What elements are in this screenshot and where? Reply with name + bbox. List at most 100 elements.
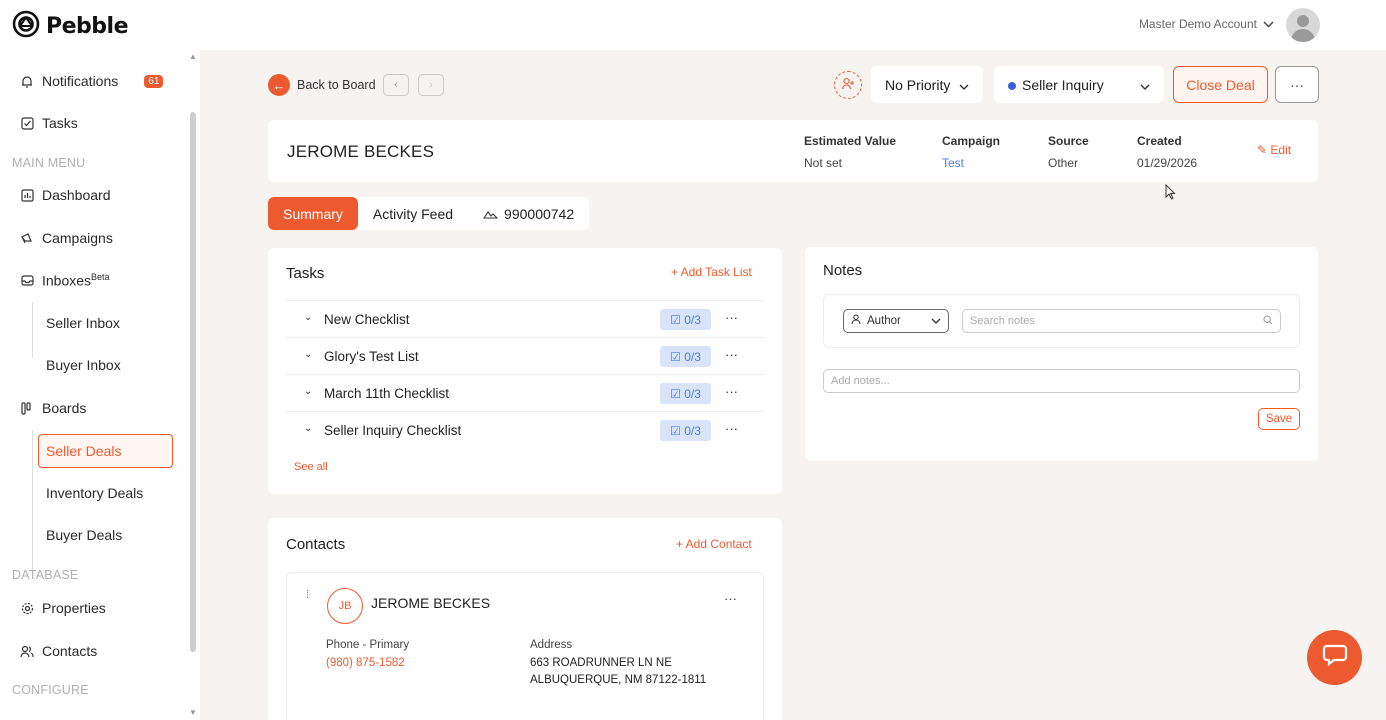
notes-filter-bar: Author Search notes (823, 294, 1300, 348)
sidebar-item-inboxes[interactable]: InboxesBeta (20, 272, 110, 289)
campaign-link[interactable]: Test (942, 156, 1000, 170)
bell-icon (20, 74, 34, 88)
estimated-value-field: Estimated Value Not set (804, 134, 896, 170)
sidebar-item-label: InboxesBeta (42, 272, 110, 289)
sidebar-item-notifications[interactable]: Notifications 61 (20, 73, 164, 89)
section-configure: CONFIGURE (12, 683, 89, 697)
stage-dropdown[interactable]: Seller Inquiry (994, 66, 1164, 103)
assign-user-button[interactable] (834, 71, 862, 99)
sidebar-item-seller-inbox[interactable]: Seller Inbox (46, 315, 120, 331)
chevron-left-icon: ‹ (394, 79, 398, 91)
checkbox-icon: ☑ (670, 349, 685, 364)
phone-link[interactable]: (980) 875-1582 (326, 655, 405, 672)
task-list-more-button[interactable]: ··· (725, 384, 738, 399)
task-list-row[interactable]: ⌄ Seller Inquiry Checklist ☑ 0/3 ··· (286, 411, 764, 448)
sidebar-item-seller-deals[interactable]: Seller Deals (46, 443, 121, 459)
author-filter-dropdown[interactable]: Author (843, 309, 949, 333)
sidebar-item-inventory-deals[interactable]: Inventory Deals (46, 485, 143, 501)
user-icon (851, 314, 861, 328)
edit-deal-button[interactable]: ✎ Edit (1257, 143, 1291, 157)
arrow-left-icon: ← (268, 74, 290, 96)
more-options-button[interactable]: ··· (1275, 66, 1319, 103)
save-note-button[interactable]: Save (1258, 408, 1300, 430)
chevron-down-icon[interactable]: ⌄ (304, 386, 312, 397)
field-label: Estimated Value (804, 134, 897, 148)
task-list-more-button[interactable]: ··· (725, 421, 738, 436)
add-contact-button[interactable]: + Add Contact (676, 537, 752, 551)
see-all-link[interactable]: See all (294, 461, 328, 473)
contacts-title: Contacts (286, 536, 346, 553)
next-deal-button[interactable]: › (418, 74, 444, 96)
created-field: Created 01/29/2026 (1137, 134, 1197, 170)
close-deal-button[interactable]: Close Deal (1173, 66, 1268, 103)
sidebar-item-boards[interactable]: Boards (20, 400, 86, 416)
drag-handle-icon[interactable]: ⁞ (306, 589, 309, 601)
source-field: Source Other (1048, 134, 1089, 170)
add-notes-input[interactable]: Add notes... (823, 369, 1300, 393)
sidebar-item-campaigns[interactable]: Campaigns (20, 230, 113, 246)
tab-phone[interactable]: 990000742 (468, 197, 589, 230)
task-progress-badge: ☑ 0/3 (660, 346, 711, 367)
sidebar-item-buyer-inbox[interactable]: Buyer Inbox (46, 357, 121, 373)
sidebar-item-label: Contacts (42, 643, 98, 659)
task-list-more-button[interactable]: ··· (725, 347, 738, 362)
field-value: Not set (804, 156, 843, 170)
priority-value: No Priority (885, 76, 951, 93)
sidebar-item-contacts[interactable]: Contacts (20, 643, 97, 659)
chevron-down-icon (1140, 77, 1150, 93)
sidebar-item-label: Notifications (42, 73, 119, 89)
contact-more-button[interactable]: ··· (724, 591, 737, 606)
chevron-down-icon (959, 77, 969, 93)
contact-name[interactable]: JEROME BECKES (371, 595, 490, 611)
help-chat-button[interactable] (1307, 630, 1362, 685)
chevron-down-icon (931, 315, 941, 327)
deal-header-card: JEROME BECKES Estimated Value Not set Ca… (268, 120, 1318, 182)
chart-icon (20, 188, 34, 202)
section-database: DATABASE (12, 568, 79, 582)
chevron-down-icon[interactable]: ⌄ (304, 349, 312, 360)
pebble-logo-icon (12, 10, 40, 43)
scroll-up-arrow[interactable]: ▲ (189, 52, 197, 61)
field-label: Campaign (942, 134, 1001, 148)
task-progress-badge: ☑ 0/3 (660, 420, 711, 441)
task-list-row[interactable]: ⌄ March 11th Checklist ☑ 0/3 ··· (286, 374, 764, 411)
sidebar-item-label: Campaigns (42, 230, 113, 246)
scroll-down-arrow[interactable]: ▼ (189, 708, 197, 717)
author-label: Author (867, 315, 901, 327)
task-progress-badge: ☑ 0/3 (660, 383, 711, 404)
user-avatar[interactable] (1286, 8, 1320, 42)
submenu-line (32, 430, 33, 570)
task-list-row[interactable]: ⌄ Glory's Test List ☑ 0/3 ··· (286, 337, 764, 374)
address-label: Address (530, 639, 573, 651)
back-to-board-button[interactable]: ← Back to Board (268, 74, 376, 96)
contact-initials-avatar: JB (327, 588, 363, 624)
task-list-row[interactable]: ⌄ New Checklist ☑ 0/3 ··· (286, 300, 764, 337)
priority-dropdown[interactable]: No Priority (871, 66, 983, 103)
contacts-card: Contacts + Add Contact ⁞ JB JEROME BECKE… (268, 518, 782, 720)
deal-tabs: Summary Activity Feed 990000742 (268, 197, 590, 230)
chevron-down-icon[interactable]: ⌄ (304, 423, 312, 434)
previous-deal-button[interactable]: ‹ (383, 74, 409, 96)
sidebar-scrollbar[interactable] (190, 112, 196, 652)
main-content: ← Back to Board ‹ › No Priority Seller I… (200, 50, 1386, 720)
sidebar-item-properties[interactable]: Properties (20, 600, 106, 616)
chevron-down-icon[interactable]: ⌄ (304, 312, 312, 323)
task-list-more-button[interactable]: ··· (725, 310, 738, 325)
sidebar-item-buyer-deals[interactable]: Buyer Deals (46, 527, 122, 543)
user-plus-icon (841, 77, 855, 93)
gear-icon (20, 601, 34, 615)
field-label: Created (1137, 134, 1182, 148)
account-switcher[interactable]: Master Demo Account (1139, 17, 1274, 31)
tab-activity-feed[interactable]: Activity Feed (358, 197, 468, 230)
search-notes-input[interactable]: Search notes (962, 309, 1281, 333)
sidebar-item-dashboard[interactable]: Dashboard (20, 187, 111, 203)
sidebar-item-tasks[interactable]: Tasks (20, 115, 78, 131)
task-progress-badge: ☑ 0/3 (660, 309, 711, 330)
add-task-list-button[interactable]: + Add Task List (671, 265, 752, 279)
logo[interactable]: Pebble (12, 10, 129, 43)
sidebar-item-label: Tasks (42, 115, 78, 131)
edit-label: Edit (1270, 143, 1292, 157)
deal-name: JEROME BECKES (287, 142, 435, 161)
tab-summary[interactable]: Summary (268, 197, 358, 230)
chevron-down-icon (1263, 17, 1274, 31)
